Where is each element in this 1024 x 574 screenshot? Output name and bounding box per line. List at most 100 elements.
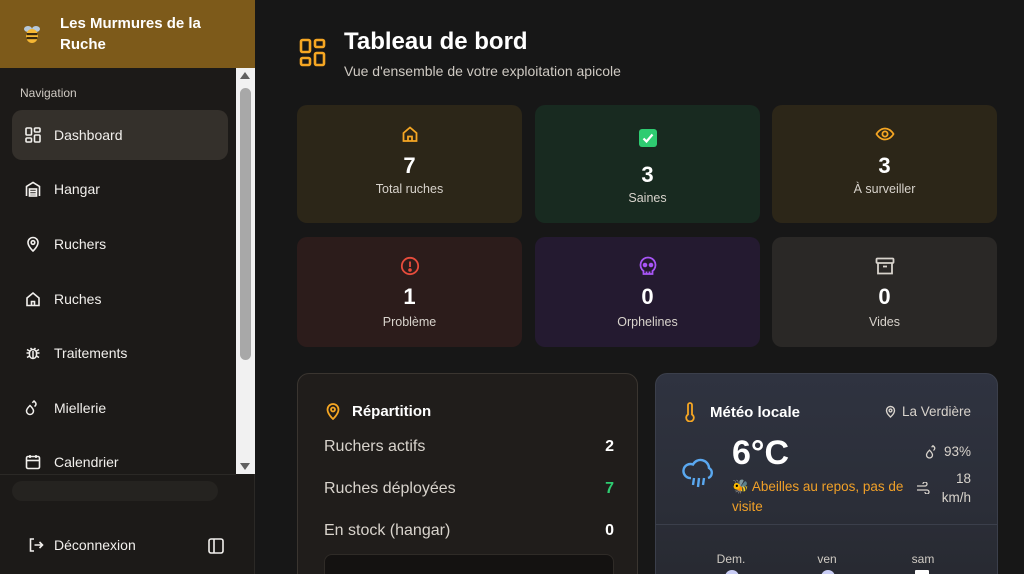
row-label: Ruches déployées [324,480,456,497]
page-subtitle: Vue d'ensemble de votre exploitation api… [344,63,621,79]
sidebar-item-label: Ruchers [54,236,107,252]
humidity: 93% [925,444,971,459]
skull-icon [535,256,760,276]
stat-label: Saines [628,191,667,205]
droplets-icon [24,399,42,417]
warehouse-icon [24,180,42,198]
stat-value: 7 [403,153,416,178]
page-title: Tableau de bord [344,28,528,55]
stat-card-orphelines[interactable]: 0 Orphelines [535,237,760,347]
location-label: La Verdière [901,404,971,419]
map-pin-icon [24,235,42,253]
dashboard-icon [299,38,329,68]
bug-icon [24,344,42,362]
stat-card-surveiller[interactable]: 3 À surveiller [772,105,997,223]
sidebar-item-label: Dashboard [54,127,123,143]
forecast-day: sam [911,552,935,566]
row-label: Ruchers actifs [324,438,426,455]
sidebar-item-label: Ruches [54,291,102,307]
home-icon [297,125,522,143]
dashboard-icon [24,126,42,144]
sidebar-item-label: Calendrier [54,454,119,470]
repartition-panel: Répartition Ruchers actifs 2 Ruches dépl… [297,373,638,574]
stat-card-probleme[interactable]: 1 Problème [297,237,522,347]
sidebar-scrollbar[interactable] [236,68,255,474]
humidity-value: 93% [943,444,971,459]
sidebar-item-ruches[interactable]: Ruches [12,274,228,324]
repartition-row: En stock (hangar) 0 [324,522,614,540]
map-pin-icon [885,405,896,418]
sidebar-nav: Navigation Dashboard Hangar Ruchers Ruch… [0,68,255,474]
row-value: 0 [605,522,614,539]
sidebar-item-miellerie[interactable]: Miellerie [12,383,228,433]
user-pill [12,481,218,501]
stat-label: À surveiller [853,182,916,196]
forecast-weather-icon [821,570,835,574]
stat-card-saines[interactable]: 3 Saines [535,105,760,223]
sidebar-item-label: Hangar [54,181,100,197]
repartition-row: Ruchers actifs 2 [324,438,614,456]
stat-value: 3 [878,153,891,178]
forecast-weather-icon [725,570,739,574]
calendar-icon [24,453,42,471]
stat-value: 0 [641,284,654,309]
stat-card-total[interactable]: 7 Total ruches [297,105,522,223]
cloud-rain-icon [682,458,716,493]
nav-heading: Navigation [20,86,77,100]
scroll-down-icon[interactable] [240,463,250,470]
sidebar-toggle-icon[interactable] [207,537,225,555]
droplets-icon [925,444,939,459]
stat-label: Total ruches [375,182,444,196]
stat-label: Problème [382,315,437,329]
main-content: Tableau de bord Vue d'ensemble de votre … [255,0,1024,574]
meteo-title: Météo locale [710,403,801,421]
sidebar-item-traitements[interactable]: Traitements [12,328,228,378]
wind-value: 18 [955,471,971,486]
row-value: 2 [605,438,614,455]
sidebar-footer: Déconnexion [0,474,236,574]
scrollbar-thumb[interactable] [240,88,251,360]
sidebar-item-dashboard[interactable]: Dashboard [12,110,228,160]
archive-icon [772,256,997,276]
alert-circle-icon [297,256,522,276]
sidebar-item-label: Traitements [54,345,128,361]
stat-value: 1 [403,284,416,309]
sidebar: Les Murmures de la Ruche Navigation Dash… [0,0,255,574]
sidebar-item-label: Miellerie [54,400,107,416]
eye-icon [772,125,997,143]
sidebar-brand[interactable]: Les Murmures de la Ruche [0,0,255,68]
thermometer-icon [684,402,696,422]
row-label: En stock (hangar) [324,522,451,539]
stat-card-vides[interactable]: 0 Vides [772,237,997,347]
wind-unit: km/h [941,490,971,505]
repartition-header: Répartition [324,402,431,420]
meteo-panel: Météo locale La Verdière 6°C 🐝 Abeilles … [655,373,998,574]
logout-icon [28,537,44,553]
logout-label: Déconnexion [54,537,136,553]
sidebar-item-hangar[interactable]: Hangar [12,164,228,214]
logout-button[interactable]: Déconnexion [28,537,136,553]
stat-label: Vides [868,315,901,329]
bee-status-text: 🐝 Abeilles au repos, pas de visite [732,479,904,514]
app-title: Les Murmures de la Ruche [60,15,201,53]
wind-icon [916,482,930,494]
home-icon [24,290,42,308]
wind: 18 km/h [916,469,971,507]
repartition-row: Ruches déployées 7 [324,480,614,498]
forecast-divider [656,524,997,525]
sidebar-item-calendrier[interactable]: Calendrier [12,437,228,474]
forecast-day: Dem. [716,552,746,566]
stat-label: Orphelines [617,315,678,329]
repartition-action-button[interactable] [324,554,614,574]
map-pin-icon [324,402,342,420]
bee-logo-icon [20,22,44,46]
temperature: 6°C [732,434,790,472]
sidebar-item-ruchers[interactable]: Ruchers [12,219,228,269]
meteo-location: La Verdière [885,404,971,419]
check-square-icon [535,128,760,148]
scroll-up-icon[interactable] [240,72,250,79]
row-value: 7 [605,480,614,497]
stat-value: 0 [878,284,891,309]
repartition-title: Répartition [352,402,432,420]
forecast-day: ven [817,552,837,566]
